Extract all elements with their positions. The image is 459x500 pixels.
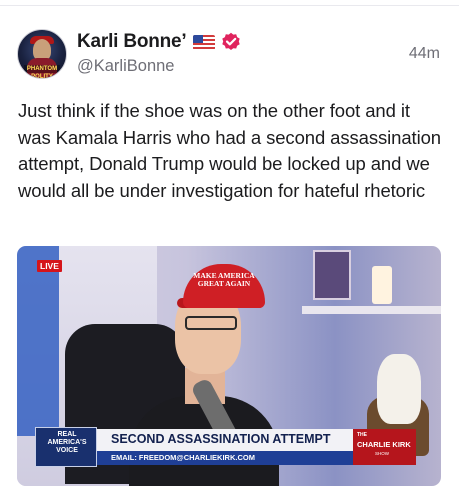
show-logo-small: THE [357, 432, 367, 438]
show-logo-name: CHARLIE KIRK [357, 440, 411, 449]
post-text: Just think if the shoe was on the other … [18, 100, 441, 201]
us-flag-icon [192, 34, 215, 50]
background-picture-frame [313, 250, 351, 300]
eagle-statue-head [377, 354, 421, 424]
network-logo-text: REAL AMERICA'S VOICE [47, 431, 87, 454]
author-avatar[interactable]: PHANTOM POLITY [17, 29, 67, 79]
network-logo: REAL AMERICA'S VOICE [35, 427, 97, 467]
author-handle[interactable]: @KarliBonne [77, 57, 174, 76]
banner-subline: EMAIL: FREEDOM@CHARLIEKIRK.COM [111, 453, 255, 462]
banner-subline-box: EMAIL: FREEDOM@CHARLIEKIRK.COM [97, 451, 353, 465]
post-video-thumbnail[interactable]: MAKE AMERICA GREAT AGAIN LIVE REAL AMERI… [17, 246, 441, 486]
live-badge: LIVE [37, 260, 62, 272]
banner-headline: SECOND ASSASSINATION ATTEMPT [111, 432, 331, 446]
author-name-row: Karli Bonne’ [77, 30, 241, 54]
banner-headline-box: SECOND ASSASSINATION ATTEMPT [97, 429, 353, 451]
background-lamp [372, 266, 392, 304]
post-card[interactable]: PHANTOM POLITY Karli Bonne’ @KarliBonne … [0, 0, 459, 500]
author-name[interactable]: Karli Bonne’ [77, 31, 187, 53]
show-logo: THE CHARLIE KIRK SHOW [353, 429, 416, 465]
speaker-glasses [185, 316, 237, 330]
background-banner [17, 246, 59, 436]
show-logo-sub: SHOW [375, 451, 389, 456]
post-timestamp: 44m [408, 45, 440, 62]
background-shelf [302, 306, 441, 314]
verified-badge-icon [221, 32, 241, 52]
cap-text: MAKE AMERICA GREAT AGAIN [193, 271, 255, 288]
lower-third-banner: REAL AMERICA'S VOICE SECOND ASSASSINATIO… [35, 427, 416, 467]
avatar-caption: PHANTOM POLITY [24, 65, 60, 78]
